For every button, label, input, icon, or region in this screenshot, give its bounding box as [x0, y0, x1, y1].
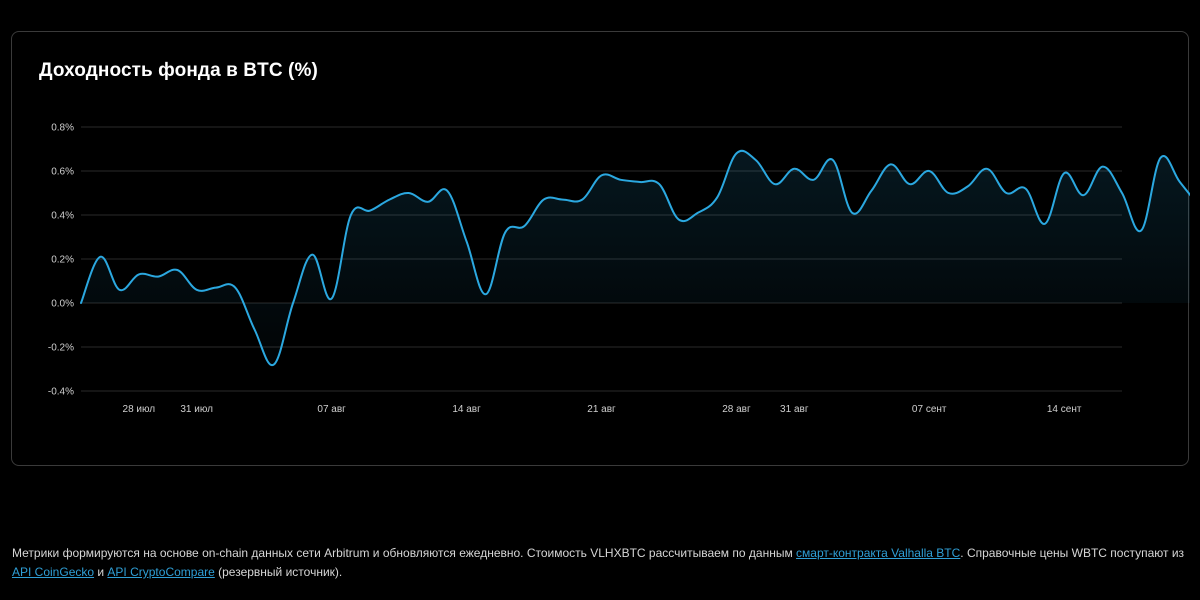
data-point[interactable] — [1119, 190, 1125, 196]
data-point[interactable] — [1177, 179, 1183, 185]
data-point[interactable] — [599, 172, 605, 178]
data-point[interactable] — [541, 197, 547, 203]
x-tick-label: 31 авг — [780, 404, 809, 415]
data-point[interactable] — [849, 210, 855, 216]
x-tick-label: 07 сент — [912, 404, 947, 415]
area-fill — [81, 150, 1190, 366]
data-point[interactable] — [926, 168, 932, 174]
data-point[interactable] — [213, 285, 219, 291]
data-point[interactable] — [1023, 186, 1029, 192]
data-point[interactable] — [946, 190, 952, 196]
data-point[interactable] — [78, 300, 84, 306]
chart-card: Доходность фонда в BTC (%) -0.4% -0.2% 0.0… — [11, 31, 1190, 466]
data-point[interactable] — [271, 362, 277, 368]
y-tick-label: 0.4% — [51, 211, 74, 222]
footer-text-3: и — [94, 565, 108, 579]
x-tick-label: 14 авг — [452, 404, 481, 415]
data-point[interactable] — [1080, 192, 1086, 198]
data-point[interactable] — [984, 166, 990, 172]
data-point[interactable] — [425, 199, 431, 205]
y-axis-labels: -0.4% -0.2% 0.0% 0.2% 0.4% 0.6% 0.8% — [48, 123, 74, 398]
data-point[interactable] — [1138, 227, 1144, 233]
data-point[interactable] — [194, 287, 200, 293]
data-point[interactable] — [117, 287, 123, 293]
data-point[interactable] — [637, 179, 643, 185]
x-tick-label: 28 авг — [722, 404, 751, 415]
footer-note: Метрики формируются на основе on-chain д… — [12, 544, 1192, 582]
contract-link[interactable]: смарт-контракта Valhalla BTC — [796, 546, 960, 560]
data-point[interactable] — [406, 190, 412, 196]
data-point[interactable] — [1042, 221, 1048, 227]
data-point[interactable] — [290, 300, 296, 306]
x-tick-label: 14 сент — [1047, 404, 1082, 415]
returns-chart: -0.4% -0.2% 0.0% 0.2% 0.4% 0.6% 0.8% 28 июл 31 … — [48, 123, 1190, 415]
cryptocompare-link[interactable]: API CryptoCompare — [107, 565, 214, 579]
data-point[interactable] — [309, 252, 315, 258]
footer-text-1: Метрики формируются на основе on-chain д… — [12, 546, 797, 560]
data-point[interactable] — [618, 177, 624, 183]
data-point[interactable] — [232, 285, 238, 291]
data-point[interactable] — [155, 274, 161, 280]
data-point[interactable] — [367, 208, 373, 214]
x-tick-label: 07 авг — [317, 404, 346, 415]
y-tick-label: 0.8% — [51, 123, 74, 134]
data-point[interactable] — [174, 267, 180, 273]
footer-text-4: (резервный источник). — [214, 565, 343, 579]
data-point[interactable] — [444, 188, 450, 194]
data-point[interactable] — [502, 230, 508, 236]
data-point[interactable] — [464, 238, 470, 244]
data-point[interactable] — [97, 254, 103, 260]
data-point[interactable] — [386, 197, 392, 203]
data-point[interactable] — [252, 326, 258, 332]
data-point[interactable] — [753, 157, 759, 163]
series-area — [81, 150, 1190, 366]
data-point[interactable] — [907, 181, 913, 187]
footer-text-2: . Справочные цены WBTC поступают из — [960, 546, 1185, 560]
y-tick-label: -0.2% — [48, 343, 74, 354]
data-point[interactable] — [560, 197, 566, 203]
data-point[interactable] — [888, 161, 894, 167]
x-tick-label: 31 июл — [180, 404, 213, 415]
data-point[interactable] — [483, 291, 489, 297]
data-point[interactable] — [695, 210, 701, 216]
data-point[interactable] — [656, 181, 662, 187]
y-tick-label: -0.4% — [48, 387, 74, 398]
coingecko-link[interactable]: API CoinGecko — [12, 565, 94, 579]
data-point[interactable] — [1100, 164, 1106, 170]
data-point[interactable] — [965, 183, 971, 189]
data-point[interactable] — [733, 150, 739, 156]
y-tick-label: 0.6% — [51, 167, 74, 178]
data-point[interactable] — [791, 166, 797, 172]
data-point[interactable] — [811, 177, 817, 183]
data-point[interactable] — [521, 223, 527, 229]
data-point[interactable] — [714, 194, 720, 200]
data-point[interactable] — [136, 271, 142, 277]
x-axis-labels: 28 июл 31 июл 07 авг 14 авг 21 авг 28 авг 31 а… — [123, 404, 1082, 415]
data-point[interactable] — [348, 212, 354, 218]
data-point[interactable] — [329, 296, 335, 302]
data-point[interactable] — [579, 197, 585, 203]
data-point[interactable] — [1061, 170, 1067, 176]
data-point[interactable] — [772, 181, 778, 187]
data-point[interactable] — [1003, 190, 1009, 196]
y-tick-label: 0.2% — [51, 255, 74, 266]
x-tick-label: 21 авг — [587, 404, 616, 415]
x-tick-label: 28 июл — [123, 404, 156, 415]
data-point[interactable] — [868, 188, 874, 194]
data-point[interactable] — [1158, 155, 1164, 161]
data-point[interactable] — [830, 157, 836, 163]
y-tick-label: 0.0% — [51, 299, 74, 310]
data-point[interactable] — [676, 216, 682, 222]
